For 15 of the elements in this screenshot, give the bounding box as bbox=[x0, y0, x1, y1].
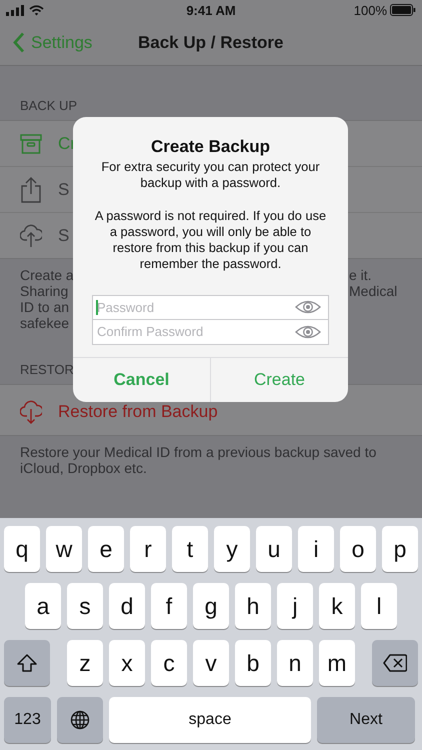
status-time: 9:41 AM bbox=[186, 2, 236, 18]
nav-title: Back Up / Restore bbox=[138, 32, 284, 52]
footer-text: Medical bbox=[349, 283, 398, 299]
dialog-message: A password is not required. If you do use a password, you will only be able to restore from this backup if you can remember the password. bbox=[94, 208, 328, 273]
battery-percent: 100% bbox=[354, 2, 387, 18]
footer-text: ID to an bbox=[20, 299, 70, 315]
section-header: RESTOR bbox=[20, 362, 74, 377]
footer-text: e it. bbox=[349, 267, 372, 283]
footer-text: Sharing bbox=[20, 283, 68, 299]
footer-text: Create a bbox=[20, 267, 74, 283]
footer-text: Restore your Medical ID from a previous backup saved to iCloud, Dropbox etc. bbox=[20, 444, 378, 476]
dialog-title: Create Backup bbox=[150, 137, 272, 157]
footer-text: safekee bbox=[20, 315, 70, 331]
section-header: BACK UP bbox=[20, 98, 78, 113]
dialog-message: For extra security you can protect your backup with a password. bbox=[100, 159, 321, 192]
